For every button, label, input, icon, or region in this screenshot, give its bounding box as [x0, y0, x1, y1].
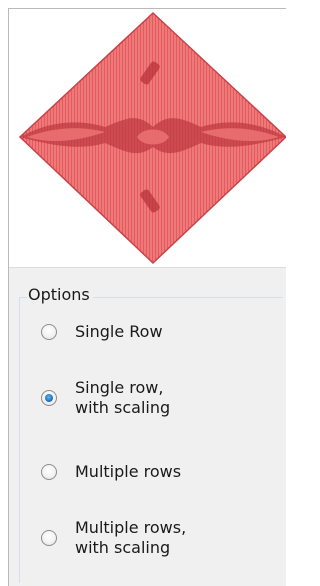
radio-single-row-with-scaling[interactable]: Single row, with scaling	[41, 378, 170, 418]
options-panel: Options Single Row Single row, with scal…	[9, 267, 286, 586]
radio-single-row[interactable]: Single Row	[41, 322, 163, 342]
radio-label: Multiple rows	[75, 462, 182, 481]
stitch-preview	[9, 9, 286, 267]
radio-button-icon[interactable]	[41, 324, 57, 340]
radio-label: Single Row	[75, 322, 163, 341]
radio-multiple-rows-with-scaling[interactable]: Multiple rows, with scaling	[41, 518, 186, 558]
radio-label: Single row, with scaling	[75, 378, 171, 417]
radio-button-icon[interactable]	[41, 464, 57, 480]
radio-button-icon[interactable]	[41, 390, 57, 406]
radio-label: Multiple rows, with scaling	[75, 518, 187, 557]
radio-button-icon[interactable]	[41, 530, 57, 546]
diamond-preview-graphic	[18, 11, 286, 265]
radio-multiple-rows[interactable]: Multiple rows	[41, 462, 181, 482]
options-group-title: Options	[27, 285, 93, 305]
